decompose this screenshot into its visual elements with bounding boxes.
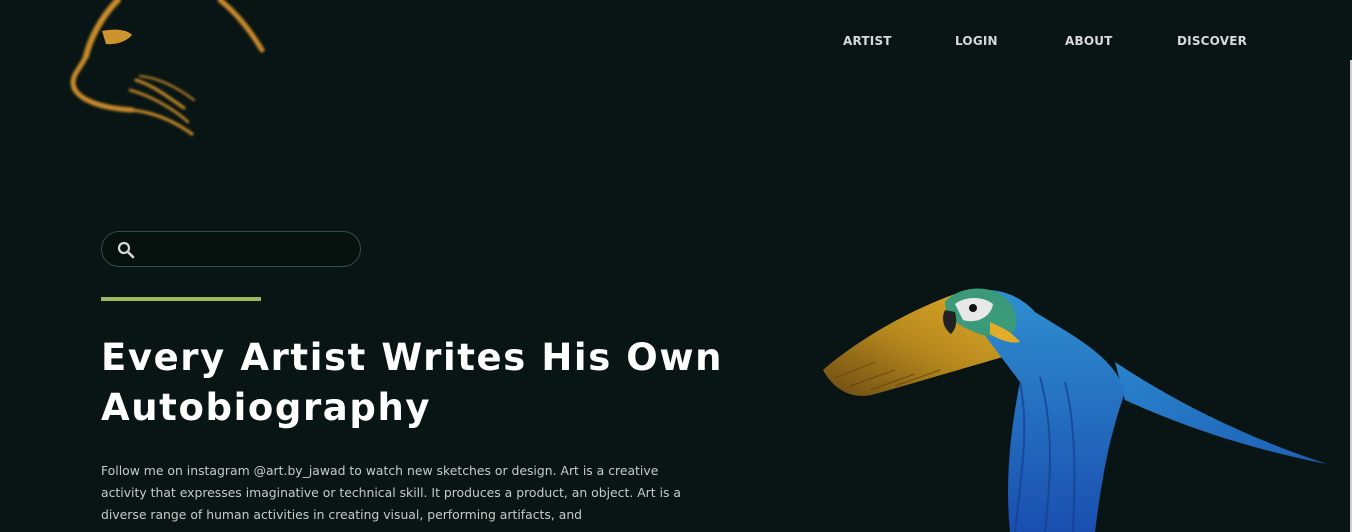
search-box[interactable] xyxy=(101,231,361,267)
nav-link-about[interactable]: ABOUT xyxy=(1065,34,1113,48)
search-icon[interactable] xyxy=(116,240,136,260)
accent-divider xyxy=(101,297,261,301)
cat-logo-icon[interactable] xyxy=(60,0,275,145)
hero-description: Follow me on instagram @art.by_jawad to … xyxy=(101,463,681,522)
hero-headline-line-2: Autobiography xyxy=(101,386,432,429)
search-input[interactable] xyxy=(144,238,349,262)
nav-link-artist[interactable]: ARTIST xyxy=(843,34,892,48)
hero-headline-line-1: Every Artist Writes His Own xyxy=(101,336,724,379)
main-nav: ARTIST LOGIN ABOUT DISCOVER xyxy=(0,34,1352,54)
nav-link-login[interactable]: LOGIN xyxy=(955,34,998,48)
nav-link-discover[interactable]: DISCOVER xyxy=(1177,34,1247,48)
hero-headline: Every Artist Writes His Own Autobiograph… xyxy=(101,333,741,433)
macaw-parrot-image xyxy=(823,288,1327,532)
